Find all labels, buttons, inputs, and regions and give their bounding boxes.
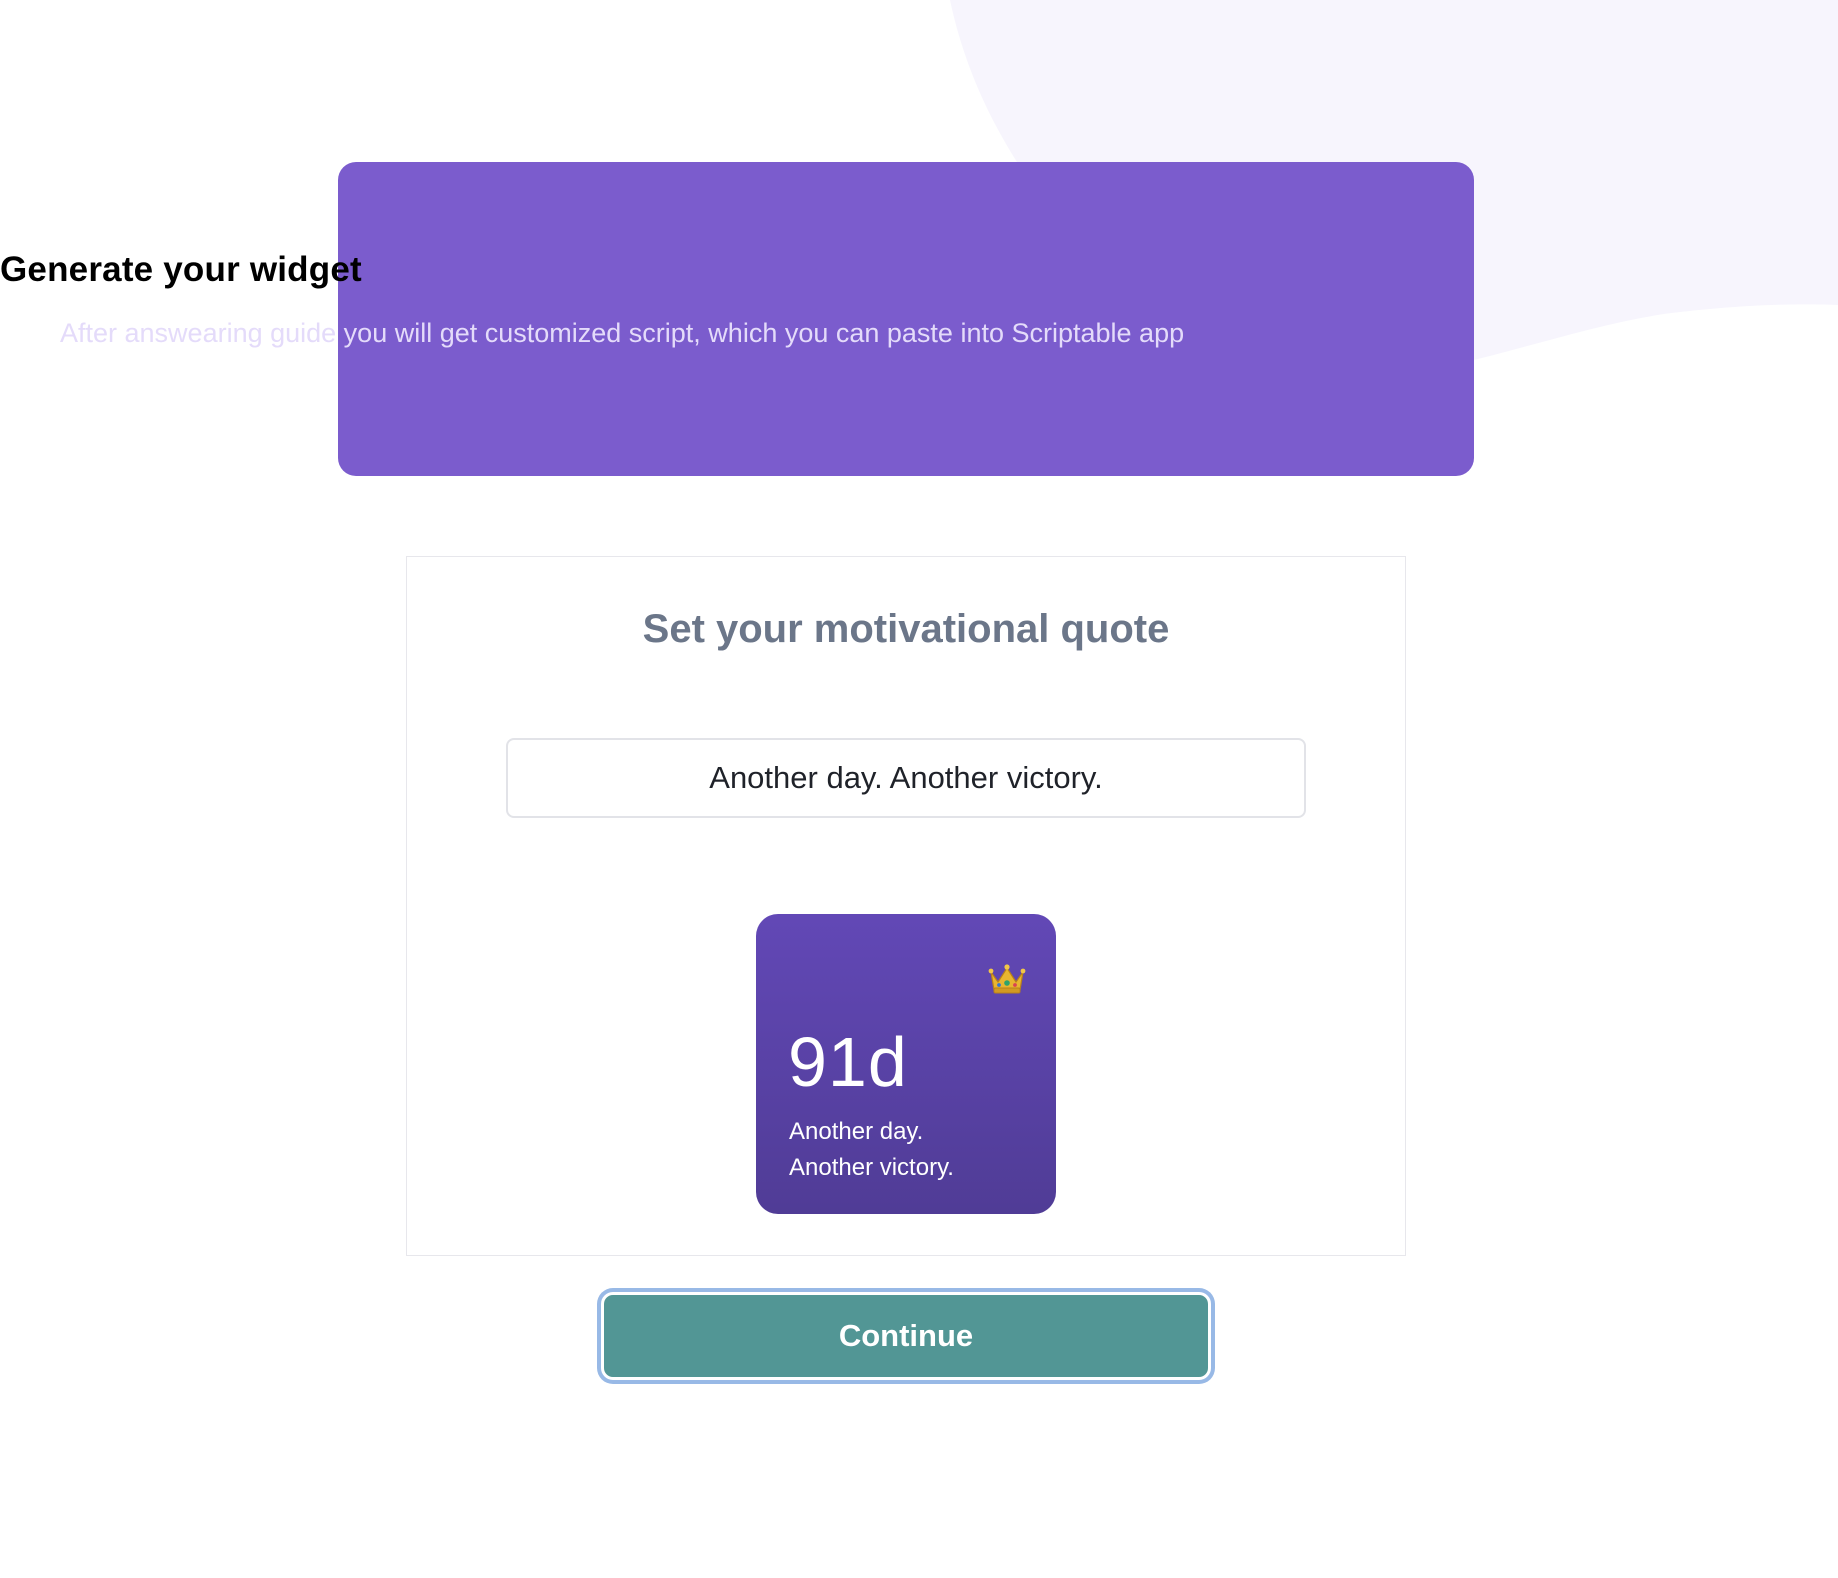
quote-input[interactable] bbox=[506, 738, 1306, 818]
page-title: Generate your widget bbox=[0, 250, 362, 289]
widget-days-count: 91d bbox=[788, 1023, 908, 1101]
widget-preview: 91d Another day. Another victory. bbox=[756, 914, 1056, 1214]
widget-quote-line-2: Another victory. bbox=[789, 1154, 954, 1181]
widget-quote: Another day. Another victory. bbox=[789, 1114, 1029, 1186]
page-subtitle: After answearing guide you will get cust… bbox=[60, 318, 1185, 348]
crown-icon bbox=[988, 964, 1026, 994]
step-title: Set your motivational quote bbox=[642, 607, 1170, 651]
continue-button[interactable]: Continue bbox=[601, 1292, 1211, 1380]
widget-quote-line-1: Another day. bbox=[789, 1118, 924, 1145]
